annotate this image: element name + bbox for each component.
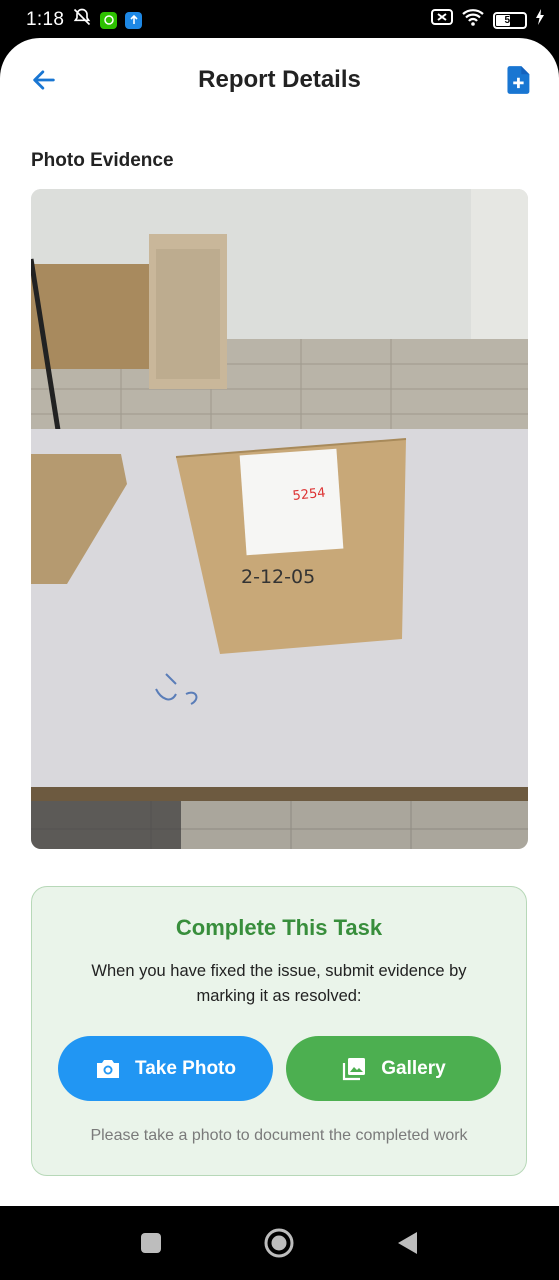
system-nav-bar — [0, 1206, 559, 1280]
mute-alarm-icon — [72, 7, 92, 33]
svg-text:2-12-05: 2-12-05 — [241, 566, 315, 588]
take-photo-label: Take Photo — [135, 1057, 236, 1079]
add-document-button[interactable] — [501, 62, 537, 98]
battery-icon: 50 — [493, 11, 527, 29]
evidence-photo[interactable]: 5254 2-12-05 — [31, 189, 528, 849]
triangle-back-icon — [398, 1232, 417, 1254]
square-icon — [141, 1233, 161, 1253]
wechat-app-icon — [100, 11, 118, 29]
status-bar: 1:18 50 — [0, 0, 559, 40]
gallery-icon — [343, 1057, 366, 1080]
status-time: 1:18 — [26, 9, 65, 30]
battery-level: 50 — [504, 14, 516, 26]
gallery-button[interactable]: Gallery — [286, 1036, 501, 1101]
complete-task-card: Complete This Task When you have fixed t… — [31, 886, 527, 1176]
recent-apps-button[interactable] — [136, 1228, 166, 1258]
app-screen: Report Details Photo Evidence 5254 2-12-… — [0, 38, 559, 1206]
app-bar: Report Details — [0, 38, 559, 126]
camera-icon — [97, 1059, 119, 1078]
task-card-hint: Please take a photo to document the comp… — [90, 1127, 468, 1144]
status-left: 1:18 — [26, 7, 143, 33]
task-card-description: When you have fixed the issue, submit ev… — [91, 962, 467, 1005]
upload-app-icon — [125, 11, 143, 29]
task-card-title: Complete This Task — [175, 915, 383, 940]
gallery-label: Gallery — [381, 1057, 446, 1079]
home-button[interactable] — [264, 1228, 294, 1258]
home-circle-icon — [264, 1228, 294, 1258]
evidence-photo-image: 5254 2-12-05 — [31, 189, 528, 849]
wifi-icon — [461, 7, 485, 33]
add-document-icon — [507, 66, 530, 94]
charging-icon — [535, 8, 545, 32]
sim-x-icon — [431, 8, 453, 32]
back-nav-button[interactable] — [392, 1228, 422, 1258]
status-right: 50 — [431, 7, 545, 33]
section-title-photo-evidence: Photo Evidence — [31, 150, 174, 171]
page-title: Report Details — [198, 66, 361, 93]
take-photo-button[interactable]: Take Photo — [58, 1036, 273, 1101]
